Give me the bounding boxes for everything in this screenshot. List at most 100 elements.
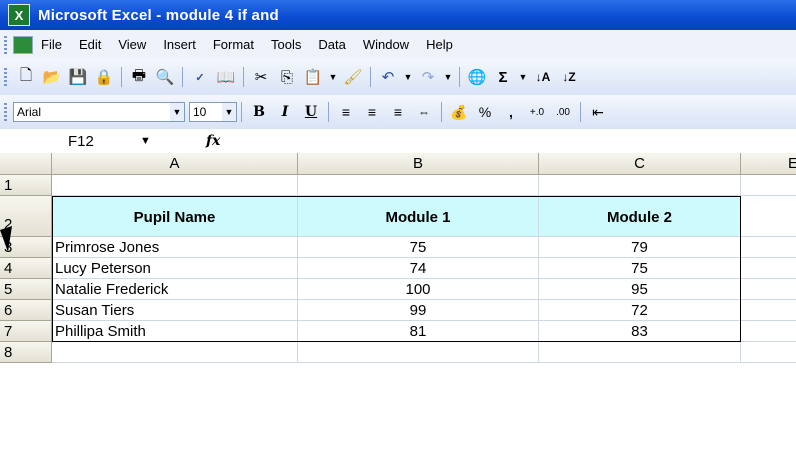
sort-ascending-icon[interactable]: ↓A (532, 66, 554, 88)
font-size-select[interactable]: 10 ▼ (189, 102, 237, 122)
new-icon[interactable]: 🗋 (15, 66, 37, 88)
research-icon[interactable]: 📖 (215, 66, 237, 88)
table-cell-module-2[interactable]: 75 (539, 258, 741, 279)
formula-input[interactable] (232, 131, 796, 151)
cell-b8[interactable] (298, 342, 539, 363)
menu-file[interactable]: File (41, 37, 62, 52)
italic-icon[interactable]: I (273, 101, 297, 123)
table-cell-module-2[interactable]: 72 (539, 300, 741, 321)
select-all-corner[interactable] (0, 153, 52, 175)
cell-e8[interactable] (741, 342, 796, 363)
menu-data[interactable]: Data (318, 37, 345, 52)
cell-a1[interactable] (52, 175, 298, 196)
save-icon[interactable]: 💾 (67, 66, 89, 88)
autosum-dropdown-icon[interactable]: ▼ (518, 66, 528, 88)
row-header-4[interactable]: 4 (0, 258, 52, 279)
row-header-8[interactable]: 8 (0, 342, 52, 363)
row-header-7[interactable]: 7 (0, 321, 52, 342)
cut-icon[interactable]: ✂ (250, 66, 272, 88)
redo-icon[interactable]: ↷ (417, 66, 439, 88)
cell-e1[interactable] (741, 175, 796, 196)
underline-icon[interactable]: U (299, 101, 323, 123)
fmt-grip[interactable] (4, 103, 7, 121)
row-header-5[interactable]: 5 (0, 279, 52, 300)
menu-window[interactable]: Window (363, 37, 409, 52)
row-header-6[interactable]: 6 (0, 300, 52, 321)
table-cell-module-1[interactable]: 81 (298, 321, 539, 342)
merge-center-icon[interactable]: ⇔ (412, 101, 436, 123)
header-pupil-name[interactable]: Pupil Name (52, 196, 298, 237)
cell-e5[interactable] (741, 279, 796, 300)
cell-e3[interactable] (741, 237, 796, 258)
paste-icon[interactable]: 📋 (302, 66, 324, 88)
decrease-indent-icon[interactable]: ⇤ (586, 101, 610, 123)
format-painter-icon[interactable]: 🖌 (342, 66, 364, 88)
redo-dropdown-icon[interactable]: ▼ (443, 66, 453, 88)
cell-a8[interactable] (52, 342, 298, 363)
name-box[interactable]: F12 ▼ (0, 130, 166, 152)
menu-grip[interactable] (4, 35, 7, 54)
header-module-1[interactable]: Module 1 (298, 196, 539, 237)
workbook-icon[interactable] (13, 35, 33, 54)
insert-function-icon[interactable]: fx (206, 133, 220, 149)
copy-icon[interactable]: ⎘ (276, 66, 298, 88)
currency-icon[interactable]: 💰 (447, 101, 471, 123)
table-cell-module-2[interactable]: 95 (539, 279, 741, 300)
cell-b1[interactable] (298, 175, 539, 196)
cell-c8[interactable] (539, 342, 741, 363)
paste-dropdown-icon[interactable]: ▼ (328, 66, 338, 88)
undo-dropdown-icon[interactable]: ▼ (403, 66, 413, 88)
cell-e2[interactable] (741, 196, 796, 237)
row-header-1[interactable]: 1 (0, 175, 52, 196)
column-header-c[interactable]: C (539, 153, 741, 175)
table-cell-name[interactable]: Primrose Jones (52, 237, 298, 258)
align-left-icon[interactable]: ≡ (334, 101, 358, 123)
menu-tools[interactable]: Tools (271, 37, 301, 52)
cell-c1[interactable] (539, 175, 741, 196)
cell-e6[interactable] (741, 300, 796, 321)
align-center-icon[interactable]: ≡ (360, 101, 384, 123)
table-cell-module-2[interactable]: 83 (539, 321, 741, 342)
chevron-down-icon[interactable]: ▼ (222, 103, 236, 121)
cell-e4[interactable] (741, 258, 796, 279)
percent-icon[interactable]: % (473, 101, 497, 123)
hyperlink-icon[interactable]: 🌐 (466, 66, 488, 88)
toolbar-grip[interactable] (4, 68, 7, 86)
spelling-icon[interactable]: ✓ (189, 66, 211, 88)
cell-e7[interactable] (741, 321, 796, 342)
table-cell-module-1[interactable]: 100 (298, 279, 539, 300)
table-cell-name[interactable]: Lucy Peterson (52, 258, 298, 279)
table-cell-module-1[interactable]: 75 (298, 237, 539, 258)
header-module-2[interactable]: Module 2 (539, 196, 741, 237)
excel-app-icon[interactable]: X (8, 4, 30, 26)
table-cell-module-2[interactable]: 79 (539, 237, 741, 258)
chevron-down-icon[interactable]: ▼ (140, 135, 151, 147)
autosum-icon[interactable]: Σ (492, 66, 514, 88)
sort-descending-icon[interactable]: ↓Z (558, 66, 580, 88)
table-cell-name[interactable]: Susan Tiers (52, 300, 298, 321)
bold-icon[interactable]: B (247, 101, 271, 123)
print-icon[interactable]: 🖶 (128, 66, 150, 88)
menu-edit[interactable]: Edit (79, 37, 101, 52)
column-header-b[interactable]: B (298, 153, 539, 175)
table-cell-name[interactable]: Phillipa Smith (52, 321, 298, 342)
column-header-e[interactable]: E (741, 153, 796, 175)
menu-insert[interactable]: Insert (163, 37, 196, 52)
font-name-select[interactable]: Arial ▼ (13, 102, 185, 122)
chevron-down-icon[interactable]: ▼ (170, 103, 184, 121)
increase-decimal-icon[interactable]: +.0 (525, 101, 549, 123)
print-preview-icon[interactable]: 🔍 (154, 66, 176, 88)
decrease-decimal-icon[interactable]: .00 (551, 101, 575, 123)
align-right-icon[interactable]: ≡ (386, 101, 410, 123)
table-cell-module-1[interactable]: 99 (298, 300, 539, 321)
menu-format[interactable]: Format (213, 37, 254, 52)
menu-help[interactable]: Help (426, 37, 453, 52)
menu-view[interactable]: View (118, 37, 146, 52)
undo-icon[interactable]: ↶ (377, 66, 399, 88)
table-cell-module-1[interactable]: 74 (298, 258, 539, 279)
comma-style-icon[interactable]: , (499, 101, 523, 123)
open-icon[interactable]: 📂 (41, 66, 63, 88)
table-cell-name[interactable]: Natalie Frederick (52, 279, 298, 300)
permission-icon[interactable]: 🔒 (93, 66, 115, 88)
column-header-a[interactable]: A (52, 153, 298, 175)
